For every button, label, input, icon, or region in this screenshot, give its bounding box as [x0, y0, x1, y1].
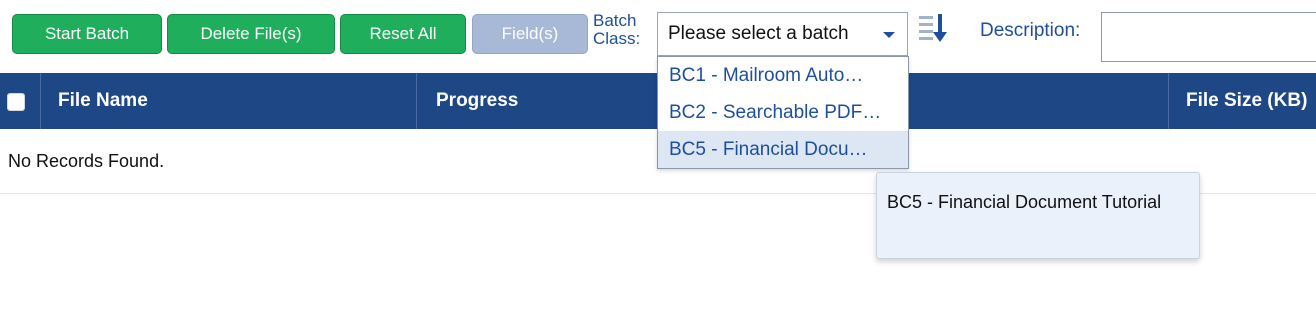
column-header-progress[interactable]: Progress: [436, 73, 518, 129]
batch-class-label: Batch Class:: [593, 11, 641, 48]
batch-class-dropdown: BC1 - Mailroom Auto… BC2 - Searchable PD…: [657, 56, 909, 169]
dropdown-option-bc1[interactable]: BC1 - Mailroom Auto…: [658, 57, 908, 94]
list-sort-icon[interactable]: [918, 12, 948, 44]
column-divider: [40, 73, 41, 129]
dropdown-option-bc5[interactable]: BC5 - Financial Docu…: [658, 131, 908, 168]
select-all-checkbox[interactable]: [7, 93, 25, 111]
chevron-down-icon: [883, 32, 895, 38]
column-header-file-size[interactable]: File Size (KB): [1186, 73, 1307, 129]
fields-button[interactable]: Field(s): [472, 14, 588, 54]
dropdown-option-bc2[interactable]: BC2 - Searchable PDF…: [658, 94, 908, 131]
batch-class-select-value: Please select a batch: [668, 23, 849, 44]
option-tooltip: BC5 - Financial Document Tutorial: [876, 172, 1200, 259]
description-label: Description:: [980, 20, 1081, 41]
description-input[interactable]: [1101, 12, 1316, 62]
column-divider: [416, 73, 417, 129]
reset-all-button[interactable]: Reset All: [340, 14, 466, 54]
delete-files-button[interactable]: Delete File(s): [167, 14, 335, 54]
column-divider: [1168, 73, 1169, 129]
column-header-file-name[interactable]: File Name: [58, 73, 148, 129]
start-batch-button[interactable]: Start Batch: [12, 14, 162, 54]
empty-table-message: No Records Found.: [8, 151, 165, 171]
batch-class-select[interactable]: Please select a batch: [657, 12, 908, 56]
